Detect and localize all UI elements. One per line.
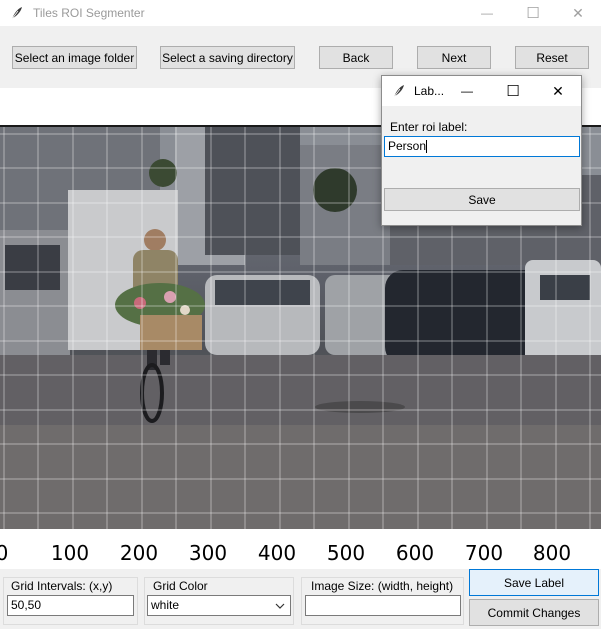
maximize-icon: ☐ [506, 83, 520, 100]
x-axis: 0 100 200 300 400 500 600 700 800 [0, 529, 601, 569]
dialog-minimize-button[interactable]: — [444, 76, 490, 106]
grid-intervals-label: Grid Intervals: (x,y) [8, 579, 116, 593]
roi-label-value: Person [388, 139, 427, 153]
x-tick-label: 400 [257, 541, 297, 565]
x-tick-label: 700 [464, 541, 504, 565]
roi-label-input[interactable]: Person [384, 136, 580, 157]
save-label-button[interactable]: Save Label [469, 569, 599, 596]
dialog-maximize-button[interactable]: ☐ [490, 76, 536, 106]
x-tick-label: 0 [0, 541, 9, 565]
dialog-title: Lab... [414, 84, 445, 98]
minimize-button[interactable]: — [464, 0, 510, 26]
select-saving-directory-button[interactable]: Select a saving directory [160, 46, 295, 69]
x-tick-label: 600 [395, 541, 435, 565]
reset-button[interactable]: Reset [515, 46, 589, 69]
select-image-folder-button[interactable]: Select an image folder [12, 46, 137, 69]
window-titlebar: Tiles ROI Segmenter — ☐ ✕ [0, 0, 601, 26]
image-size-input[interactable] [305, 595, 461, 616]
minimize-icon: — [481, 6, 493, 20]
bottom-controls: Grid Intervals: (x,y) 50,50 Grid Color w… [0, 569, 601, 629]
grid-intervals-input[interactable]: 50,50 [7, 595, 134, 616]
next-button[interactable]: Next [417, 46, 491, 69]
dialog-titlebar: Lab... — ☐ ✕ [382, 76, 581, 106]
grid-color-select[interactable]: white [147, 595, 291, 616]
x-tick-label: 500 [326, 541, 366, 565]
feather-icon [393, 85, 404, 98]
text-caret [426, 140, 428, 154]
dialog-close-button[interactable]: ✕ [535, 76, 581, 106]
image-size-label: Image Size: (width, height) [308, 579, 457, 593]
dialog-prompt-label: Enter roi label: [390, 120, 468, 134]
grid-color-label: Grid Color [150, 579, 211, 593]
x-tick-label: 100 [50, 541, 90, 565]
maximize-button[interactable]: ☐ [510, 0, 556, 26]
window-title: Tiles ROI Segmenter [33, 6, 145, 20]
close-icon: ✕ [572, 4, 584, 21]
dialog-save-button[interactable]: Save [384, 188, 580, 211]
x-tick-label: 800 [532, 541, 572, 565]
commit-changes-button[interactable]: Commit Changes [469, 599, 599, 626]
close-button[interactable]: ✕ [555, 0, 601, 26]
x-tick-label: 300 [188, 541, 228, 565]
back-button[interactable]: Back [319, 46, 393, 69]
grid-color-value: white [151, 598, 180, 612]
minimize-icon: — [461, 84, 473, 98]
feather-icon [11, 7, 22, 20]
maximize-icon: ☐ [526, 5, 540, 22]
label-dialog: Lab... — ☐ ✕ Enter roi label: Person Sav… [381, 75, 582, 226]
x-tick-label: 200 [119, 541, 159, 565]
close-icon: ✕ [552, 82, 564, 99]
chevron-down-icon [275, 603, 285, 609]
